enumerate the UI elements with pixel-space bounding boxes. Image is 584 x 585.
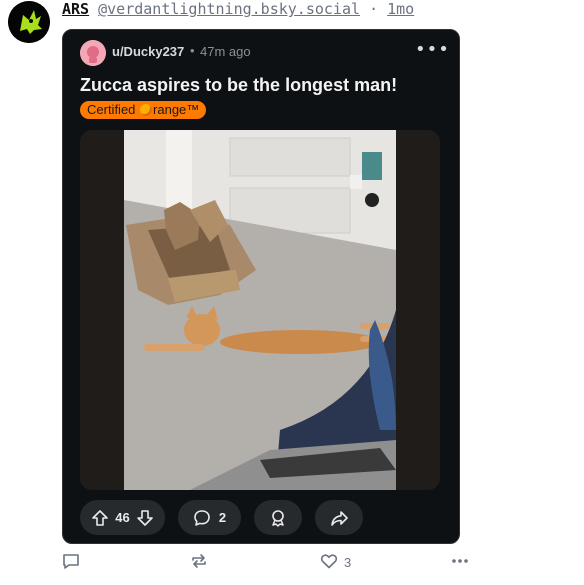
post-flair[interactable]: Certified range™ [80, 101, 207, 119]
comments-button[interactable]: 2 [178, 500, 241, 535]
post-image[interactable] [80, 130, 440, 490]
repost-button[interactable] [190, 552, 208, 573]
reply-button[interactable] [62, 552, 80, 573]
ellipsis-icon [450, 552, 470, 573]
heart-icon [320, 552, 338, 573]
author-handle[interactable]: @verdantlightning.bsky.social [98, 0, 360, 18]
vote-count: 46 [115, 510, 130, 525]
header-separator: · [369, 0, 388, 18]
post-time[interactable]: 1mo [387, 0, 414, 18]
author-avatar[interactable] [8, 1, 50, 43]
flair-text-start: Certified [87, 102, 140, 117]
post-actions: 46 2 [80, 500, 363, 536]
share-button[interactable] [315, 500, 363, 535]
meta-dot: • [190, 43, 195, 58]
orange-emoji-icon [140, 104, 153, 116]
comment-icon [193, 509, 211, 527]
more-options-button[interactable] [450, 552, 470, 573]
cat-photo [80, 130, 440, 490]
share-icon [330, 509, 348, 527]
embedded-reddit-post[interactable]: u/Ducky237 • 47m ago ••• Zucca aspires t… [62, 29, 460, 544]
like-button[interactable]: 3 [320, 552, 351, 573]
more-options-icon[interactable]: ••• [415, 40, 449, 64]
reddit-post-title[interactable]: Zucca aspires to be the longest man! [80, 75, 397, 96]
post-footer: 3 [62, 552, 482, 574]
reddit-username[interactable]: u/Ducky237 [112, 44, 184, 59]
upvote-icon[interactable] [91, 509, 109, 527]
award-button[interactable] [254, 500, 302, 535]
flair-text-end: range™ [153, 102, 200, 117]
author-name[interactable]: ARS [62, 0, 89, 18]
comment-count: 2 [218, 510, 227, 525]
post-header: ARS @verdantlightning.bsky.social · 1mo [62, 0, 414, 18]
reddit-post-time: 47m ago [200, 44, 251, 59]
vote-pill: 46 [80, 500, 165, 535]
repost-icon [190, 552, 208, 573]
downvote-icon[interactable] [136, 509, 154, 527]
like-count: 3 [344, 555, 352, 570]
reddit-user-avatar[interactable] [80, 40, 106, 66]
award-icon [269, 509, 287, 527]
reply-icon [62, 552, 80, 573]
